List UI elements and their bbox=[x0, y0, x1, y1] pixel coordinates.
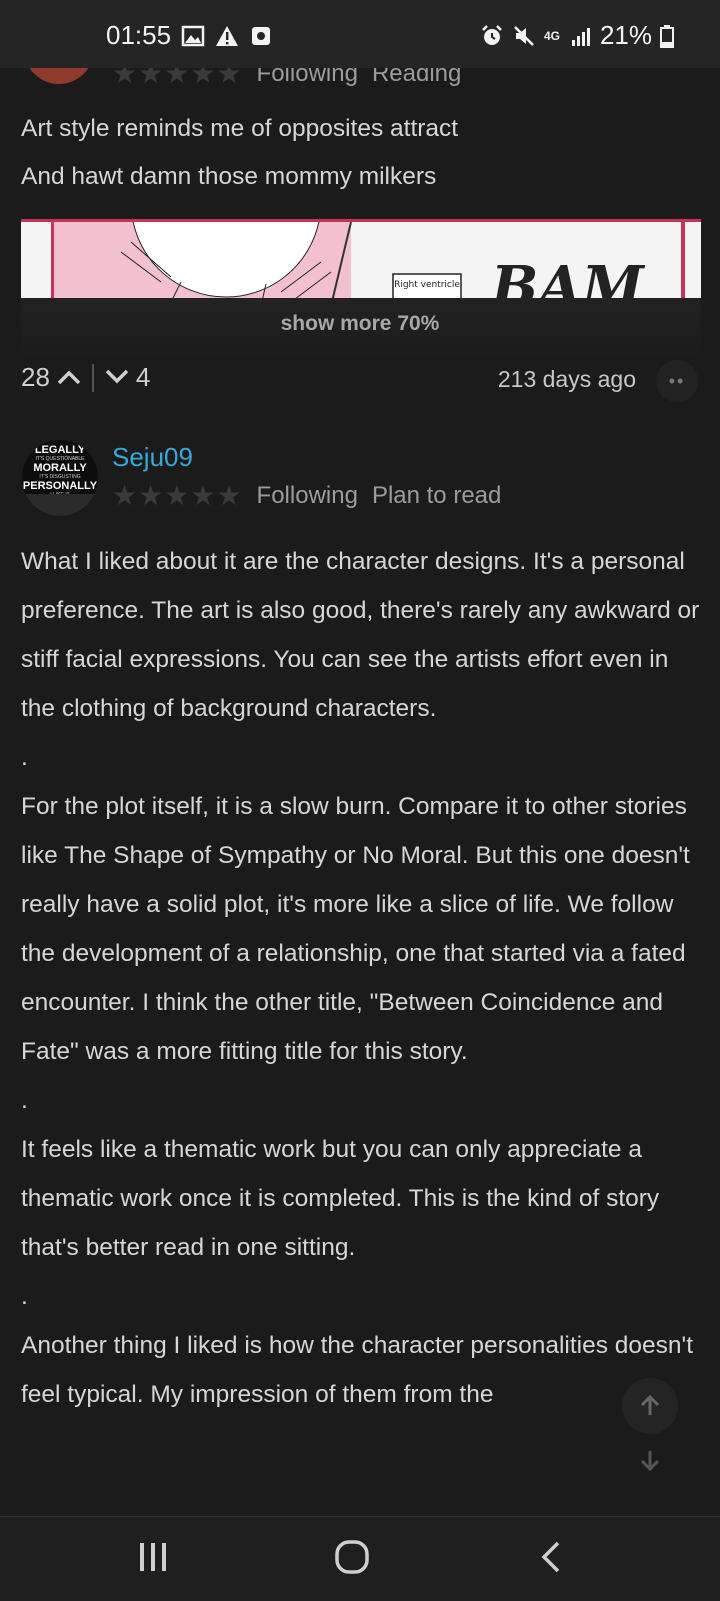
mute-icon bbox=[514, 25, 534, 46]
vote-row: 28 4 bbox=[21, 362, 150, 393]
scroll-down-button[interactable] bbox=[622, 1432, 678, 1488]
system-nav-bar bbox=[0, 1516, 720, 1601]
review-line: And hawt damn those mommy milkers bbox=[21, 163, 437, 190]
alarm-icon bbox=[482, 24, 502, 45]
star-icon: ★ bbox=[216, 480, 242, 511]
arrow-down-icon bbox=[640, 1451, 660, 1472]
review-paragraph: For the plot itself, it is a slow burn. … bbox=[21, 793, 690, 1065]
star-icon: ★ bbox=[164, 480, 190, 511]
more-options-button[interactable]: •• bbox=[656, 360, 698, 402]
avatar-figure bbox=[22, 494, 98, 516]
star-icon: ★ bbox=[138, 480, 164, 511]
downvote-icon[interactable] bbox=[104, 362, 130, 393]
vote-divider bbox=[91, 363, 94, 392]
back-icon bbox=[541, 1541, 560, 1573]
reviews-feed: ★ ★ ★ ★ ★ Following Reading Art style re… bbox=[0, 0, 720, 1516]
clock: 01:55 bbox=[106, 20, 172, 50]
show-more-button[interactable]: show more 70% bbox=[0, 312, 720, 336]
avatar-text: PERSONALLY bbox=[22, 480, 98, 492]
review-paragraph: . bbox=[21, 1283, 28, 1310]
review-image[interactable]: Right ventricle BAM bbox=[21, 219, 701, 306]
review-line: Art style reminds me of opposites attrac… bbox=[21, 115, 459, 142]
review-paragraph: . bbox=[21, 744, 28, 771]
upvote-icon[interactable] bbox=[56, 362, 82, 393]
review-paragraph: Another thing I liked is how the charact… bbox=[21, 1332, 694, 1408]
scroll-up-button[interactable] bbox=[622, 1378, 678, 1434]
review-paragraph: What I liked about it are the character … bbox=[21, 548, 700, 722]
arrow-up-icon bbox=[640, 1394, 660, 1415]
battery-icon bbox=[660, 24, 674, 48]
status-tag-plan-to-read: Plan to read bbox=[371, 482, 502, 509]
review-timestamp: 213 days ago bbox=[497, 366, 636, 392]
username-link[interactable]: Seju09 bbox=[112, 442, 193, 473]
review-paragraph: . bbox=[21, 1087, 28, 1114]
speech-bubble-text: Right ventricle bbox=[394, 280, 460, 290]
network-type: 4G bbox=[543, 28, 560, 43]
avatar-text: MORALLY bbox=[33, 462, 87, 474]
status-bar: 01:55 4G 21% bbox=[0, 0, 720, 68]
battery-percent: 21% bbox=[599, 20, 652, 50]
warning-icon bbox=[216, 25, 239, 46]
review-body: What I liked about it are the character … bbox=[21, 537, 705, 1419]
status-tag-following: Following bbox=[256, 482, 358, 509]
avatar-text: LEGALLY bbox=[34, 444, 86, 456]
manga-panel-image: Right ventricle BAM bbox=[21, 222, 701, 306]
avatar[interactable]: LEGALLY IT'S QUESTIONABLE MORALLY IT'S D… bbox=[22, 440, 98, 516]
review-paragraph: It feels like a thematic work but you ca… bbox=[21, 1136, 660, 1261]
home-button[interactable] bbox=[334, 1539, 370, 1580]
rating-row: ★ ★ ★ ★ ★ Following Plan to read bbox=[112, 482, 501, 510]
back-button[interactable] bbox=[536, 1539, 568, 1580]
recent-apps-button[interactable] bbox=[136, 1539, 170, 1580]
star-icon: ★ bbox=[112, 480, 138, 511]
recent-apps-icon bbox=[140, 1543, 166, 1571]
downvote-count: 4 bbox=[135, 362, 151, 392]
upvote-count: 28 bbox=[21, 362, 50, 392]
app-notification-icon bbox=[252, 26, 271, 45]
signal-icon bbox=[571, 27, 590, 46]
home-icon bbox=[335, 1540, 369, 1574]
dots-icon: •• bbox=[668, 370, 686, 391]
star-icon: ★ bbox=[190, 480, 216, 511]
image-notification-icon bbox=[181, 25, 205, 46]
